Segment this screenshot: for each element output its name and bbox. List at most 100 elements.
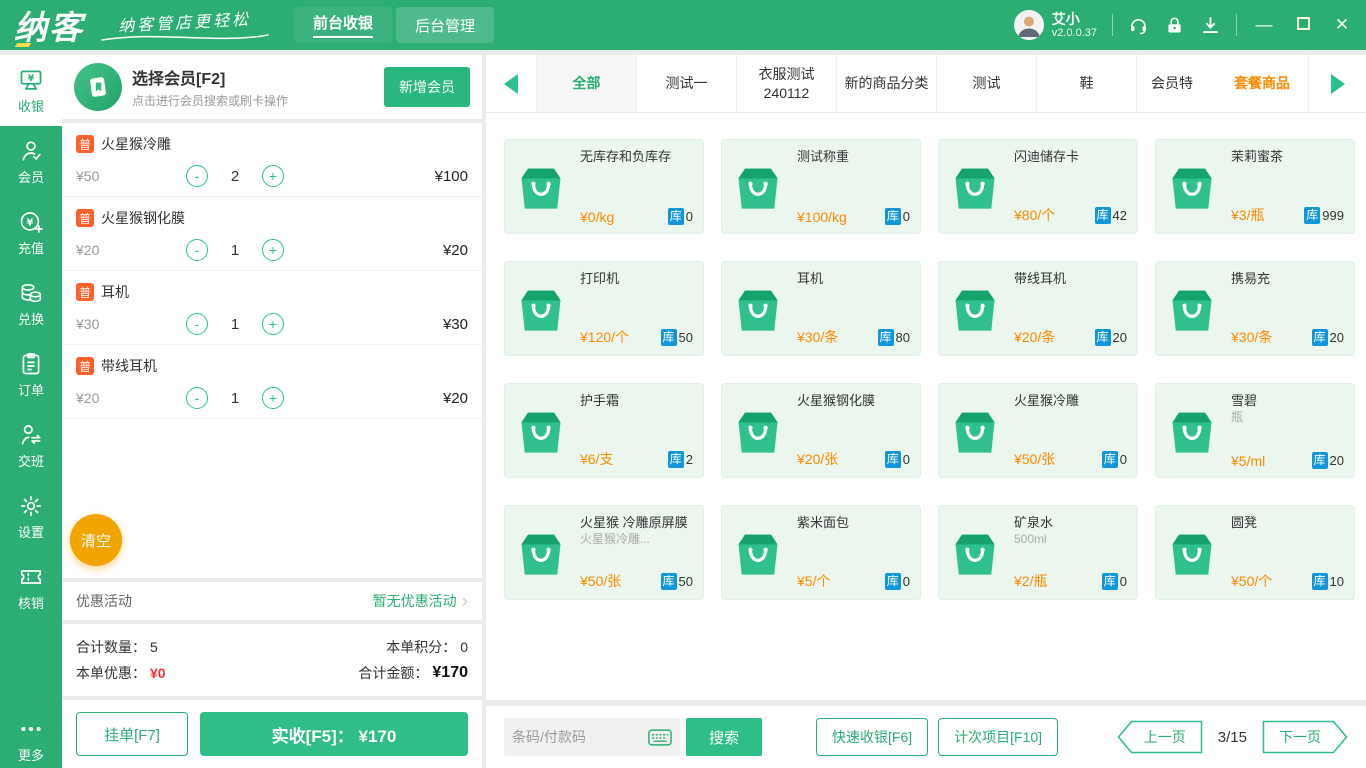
stock-count: 20 <box>1329 329 1344 345</box>
product-price: ¥30/条 <box>1231 329 1273 345</box>
cashier-monitor-icon: ¥ <box>20 69 42 90</box>
stock-count: 80 <box>895 329 910 345</box>
main-area: ¥ 收银 会员 ¥ 充值 兑换 订单 交班 设置 核销 更多 选择会员[F2] … <box>0 55 1366 768</box>
category-tab[interactable]: 全部 <box>536 55 636 112</box>
total-label: 合计金额： <box>358 665 429 681</box>
promo-label: 优惠活动 <box>76 593 132 609</box>
shopping-bag-icon <box>949 514 1005 591</box>
shopping-bag-icon <box>732 392 788 469</box>
search-button[interactable]: 搜索 <box>686 718 762 756</box>
pay-button[interactable]: 实收[F5]： ¥170 <box>200 712 468 756</box>
category-prev-arrow[interactable] <box>486 55 536 112</box>
product-card[interactable]: 带线耳机 ¥20/条 库 20 <box>938 261 1138 356</box>
main-nav: 前台收银 后台管理 <box>294 0 494 50</box>
product-subtitle: 火星猴冷雕... <box>580 532 651 546</box>
increase-button[interactable]: + <box>262 387 284 409</box>
category-tab[interactable]: 鞋 <box>1036 55 1136 112</box>
product-card[interactable]: 护手霜 ¥6/支 库 2 <box>504 383 704 478</box>
decrease-button[interactable]: - <box>186 239 208 261</box>
category-next-arrow[interactable] <box>1308 55 1366 112</box>
minimize-button[interactable]: — <box>1252 15 1276 35</box>
decrease-button[interactable]: - <box>186 313 208 335</box>
product-card[interactable]: 火星猴冷雕 ¥50/张 库 0 <box>938 383 1138 478</box>
product-card[interactable]: 火星猴 冷雕原屏膜 火星猴冷雕... ¥50/张 库 50 <box>504 505 704 600</box>
member-select-text[interactable]: 选择会员[F2] 点击进行会员搜索或刷卡操作 <box>132 65 288 109</box>
stock-badge: 库 <box>1311 452 1328 469</box>
product-card[interactable]: 矿泉水 500ml ¥2/瓶 库 0 <box>938 505 1138 600</box>
decrease-button[interactable]: - <box>186 387 208 409</box>
tab-front-cashier[interactable]: 前台收银 <box>294 7 392 43</box>
sidebar-item-exchange[interactable]: 兑换 <box>0 268 62 339</box>
order-summary: 合计数量： 5 本单积分： 0 本单优惠： ¥0 合计金额： ¥170 <box>62 624 482 696</box>
page-indicator: 3/15 <box>1217 728 1247 746</box>
stock-count: 0 <box>1119 451 1127 467</box>
product-card[interactable]: 火星猴钢化膜 ¥20/张 库 0 <box>721 383 921 478</box>
product-card[interactable]: 圆凳 ¥50/个 库 10 <box>1155 505 1355 600</box>
sidebar-item-verify[interactable]: 核销 <box>0 552 62 623</box>
hold-order-button[interactable]: 挂单[F7] <box>76 712 188 756</box>
customer-service-icon[interactable] <box>1128 15 1149 36</box>
download-icon[interactable] <box>1200 15 1221 36</box>
product-card[interactable]: 打印机 ¥120/个 库 50 <box>504 261 704 356</box>
product-name: 打印机 <box>580 271 620 286</box>
count-item-button[interactable]: 计次项目[F10] <box>938 718 1059 756</box>
lock-icon[interactable] <box>1164 15 1185 36</box>
stock-count: 50 <box>678 329 693 345</box>
sidebar-item-shift[interactable]: 交班 <box>0 410 62 481</box>
decrease-button[interactable]: - <box>186 165 208 187</box>
cart-item-name: 火星猴冷雕 <box>101 136 171 152</box>
barcode-input[interactable] <box>512 729 648 745</box>
keyboard-icon[interactable] <box>648 728 672 746</box>
product-card[interactable]: 携易充 ¥30/条 库 20 <box>1155 261 1355 356</box>
stock-count: 10 <box>1329 573 1344 589</box>
product-name: 测试称重 <box>797 149 850 164</box>
discount-label: 本单优惠： <box>76 665 146 681</box>
sidebar-item-member[interactable]: 会员 <box>0 126 62 197</box>
category-tab[interactable]: 会员特 <box>1136 55 1216 112</box>
shopping-bag-icon <box>515 148 571 225</box>
sidebar-item-more[interactable]: 更多 <box>0 712 62 768</box>
product-card[interactable]: 无库存和负库存 ¥0/kg 库 0 <box>504 139 704 234</box>
increase-button[interactable]: + <box>262 313 284 335</box>
quick-cashier-button[interactable]: 快速收银[F6] <box>816 718 929 756</box>
product-card[interactable]: 闪迪储存卡 ¥80/个 库 42 <box>938 139 1138 234</box>
increase-button[interactable]: + <box>262 239 284 261</box>
next-page-button[interactable]: 下一页 <box>1262 720 1348 754</box>
product-grid: 无库存和负库存 ¥0/kg 库 0 测试称重 ¥100/kg 库 0 闪迪储存卡… <box>504 139 1366 600</box>
category-tab[interactable]: 新的商品分类 <box>836 55 936 112</box>
member-card-icon[interactable] <box>74 63 122 111</box>
clipboard-icon <box>22 352 40 374</box>
product-price: ¥50/张 <box>1014 451 1056 467</box>
sidebar-item-settings[interactable]: 设置 <box>0 481 62 552</box>
increase-button[interactable]: + <box>262 165 284 187</box>
category-tab[interactable]: 衣服测试240112 <box>736 55 836 112</box>
clear-cart-button[interactable]: 清空 <box>70 514 122 566</box>
shopping-bag-icon <box>949 392 1005 469</box>
product-card[interactable]: 测试称重 ¥100/kg 库 0 <box>721 139 921 234</box>
category-tab[interactable]: 测试 <box>936 55 1036 112</box>
divider <box>1112 14 1113 36</box>
prev-page-button[interactable]: 上一页 <box>1117 720 1203 754</box>
product-card[interactable]: 紫米面包 ¥5/个 库 0 <box>721 505 921 600</box>
shopping-bag-icon <box>949 148 1005 225</box>
sidebar-item-recharge[interactable]: ¥ 充值 <box>0 197 62 268</box>
product-subtitle: 瓶 <box>1231 410 1244 424</box>
product-name: 携易充 <box>1231 271 1271 286</box>
add-member-button[interactable]: 新增会员 <box>384 67 470 107</box>
product-name: 矿泉水 <box>1014 515 1054 530</box>
promo-row[interactable]: 优惠活动 暂无优惠活动 › <box>62 582 482 620</box>
maximize-button[interactable] <box>1291 15 1315 35</box>
category-tab[interactable]: 套餐商品 <box>1216 55 1308 112</box>
product-card[interactable]: 雪碧 瓶 ¥5/ml 库 20 <box>1155 383 1355 478</box>
category-tab[interactable]: 测试一 <box>636 55 736 112</box>
barcode-search-box <box>504 718 680 756</box>
product-card[interactable]: 耳机 ¥30/条 库 80 <box>721 261 921 356</box>
sidebar-item-orders[interactable]: 订单 <box>0 339 62 410</box>
topbar: 纳客 纳客管店更轻松 前台收银 后台管理 艾小 v2.0.0.37 — ✕ <box>0 0 1366 50</box>
product-price: ¥100/kg <box>797 208 847 225</box>
user-chip[interactable]: 艾小 v2.0.0.37 <box>1013 10 1097 40</box>
sidebar-item-cashier[interactable]: ¥ 收银 <box>0 55 62 126</box>
close-button[interactable]: ✕ <box>1330 15 1354 35</box>
tab-back-admin[interactable]: 后台管理 <box>396 7 494 43</box>
product-card[interactable]: 茉莉蜜茶 ¥3/瓶 库 999 <box>1155 139 1355 234</box>
